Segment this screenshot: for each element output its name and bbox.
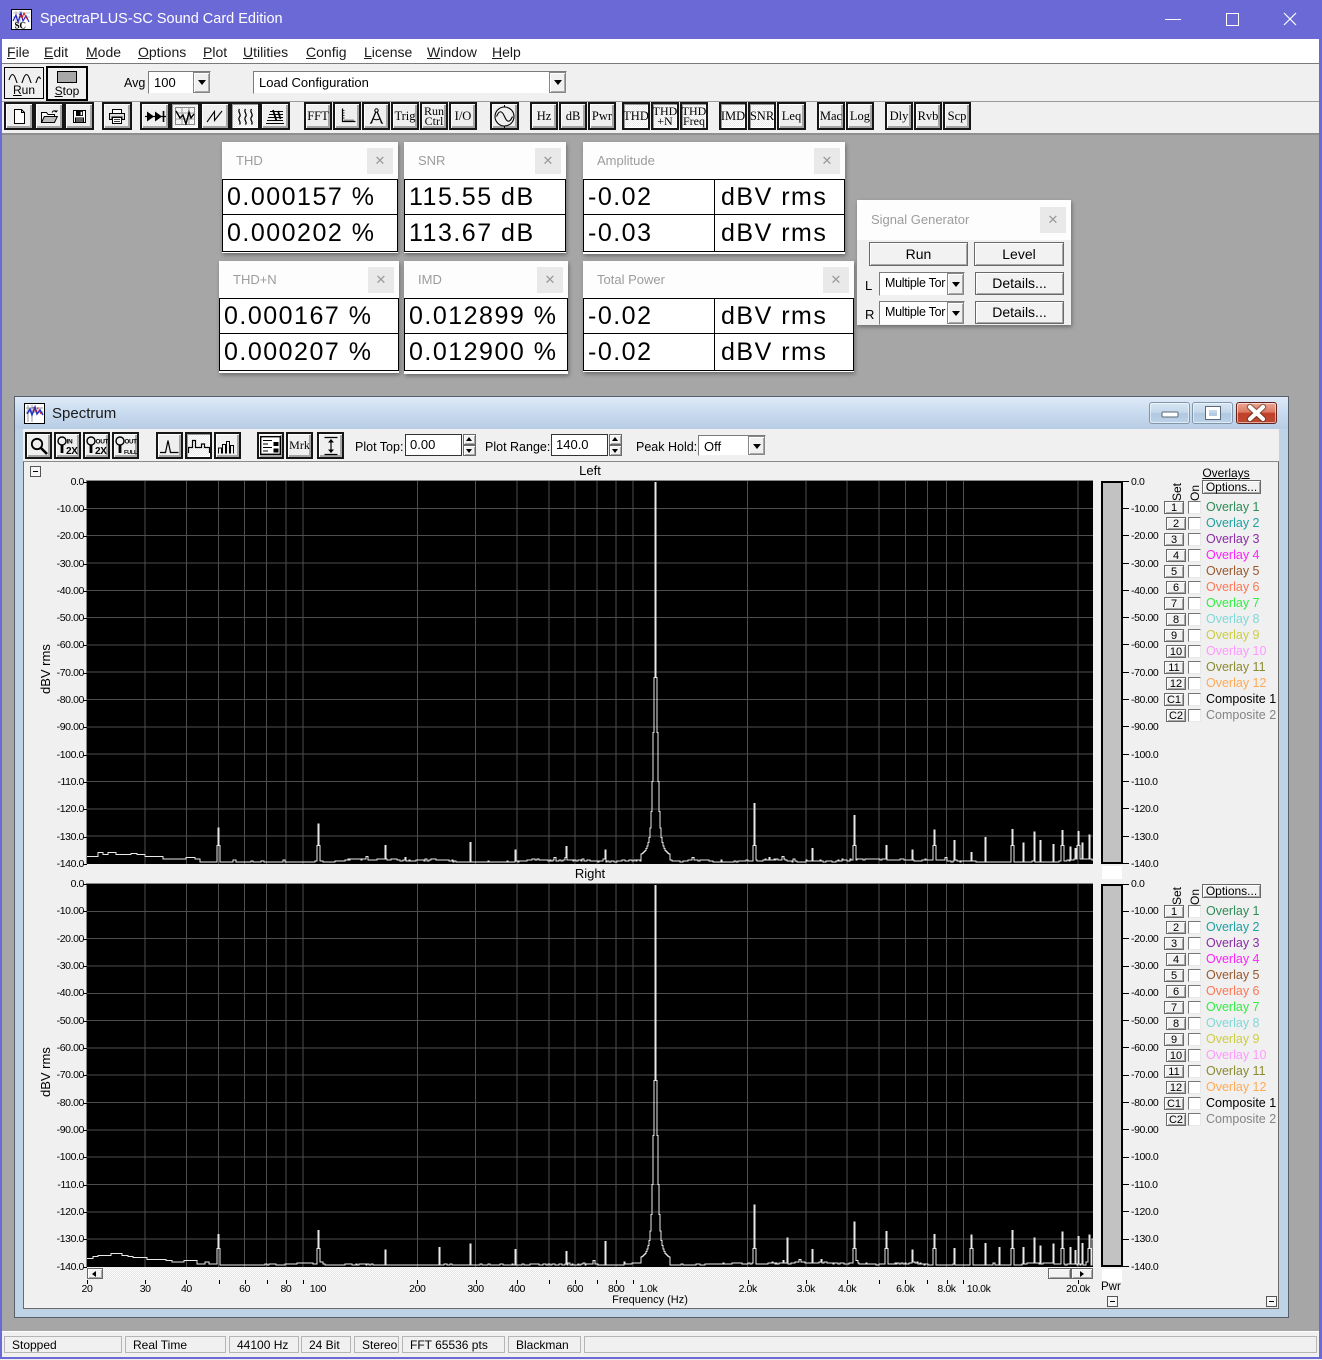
svg-text:OUT: OUT	[125, 438, 138, 445]
svg-text:2X: 2X	[95, 446, 107, 457]
svg-text:OUT: OUT	[96, 438, 109, 445]
svg-text:FULL: FULL	[124, 450, 137, 456]
svg-text:2X: 2X	[66, 446, 78, 457]
svg-text:SC: SC	[15, 21, 27, 31]
svg-text:IN: IN	[67, 438, 74, 445]
